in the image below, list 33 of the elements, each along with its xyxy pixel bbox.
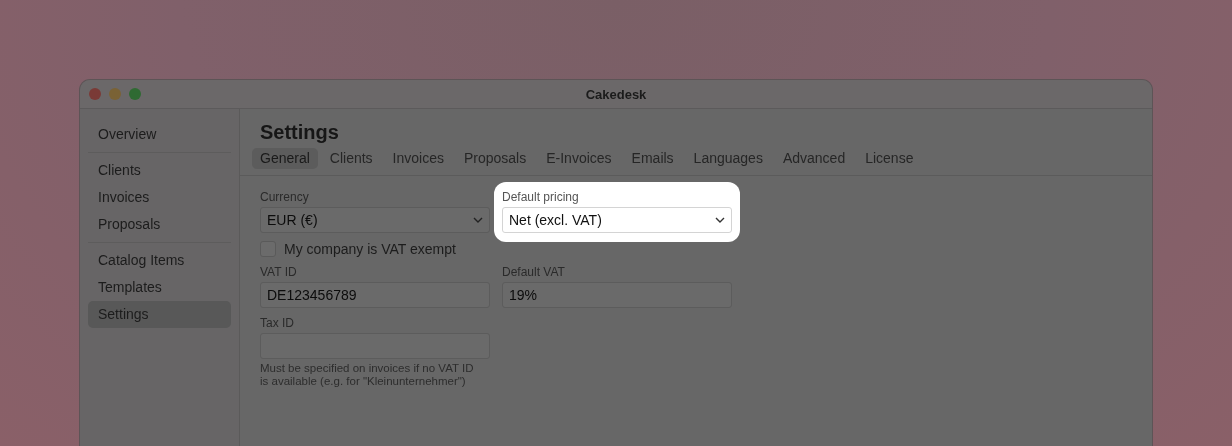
sidebar-item[interactable]: Clients [88,157,231,184]
field-label: Default VAT [502,265,566,279]
sidebar-item[interactable]: Settings [88,301,231,328]
dropdown[interactable]: Net (excl. VAT) [502,207,732,233]
sidebar-item[interactable]: Templates [88,274,231,301]
dropdown[interactable]: EUR (€) [260,207,490,233]
tab[interactable]: Emails [623,148,682,169]
tab[interactable]: E-Invoices [538,148,620,169]
field-label: Currency [260,190,310,204]
field-label: Tax ID [260,316,295,330]
close-icon[interactable] [89,88,101,100]
sidebar-item[interactable]: Invoices [88,184,231,211]
input-field[interactable]: DE123456789 [260,282,490,308]
input-field[interactable]: 19% [502,282,732,308]
tab[interactable]: License [857,148,922,169]
page-title: Settings [259,121,340,144]
tab[interactable]: Clients [321,148,381,169]
sidebar-item[interactable]: Proposals [88,211,231,238]
tab[interactable]: Invoices [384,148,452,169]
zoom-icon[interactable] [129,88,141,100]
tab[interactable]: Advanced [774,148,854,169]
tab[interactable]: Languages [685,148,771,169]
tab[interactable]: General [252,148,318,169]
window-title: Cakedesk [585,86,647,102]
sidebar-item[interactable]: Catalog Items [88,247,231,274]
chevron-icon [715,217,725,223]
chevron-icon [473,217,483,223]
field-label: Default pricing [502,190,580,204]
checkbox-label: My company is VAT exempt [284,241,456,257]
tab[interactable]: Proposals [455,148,535,169]
sidebar-item[interactable]: Overview [88,121,231,148]
minimize-icon[interactable] [109,88,121,100]
field-label: VAT ID [260,265,298,279]
